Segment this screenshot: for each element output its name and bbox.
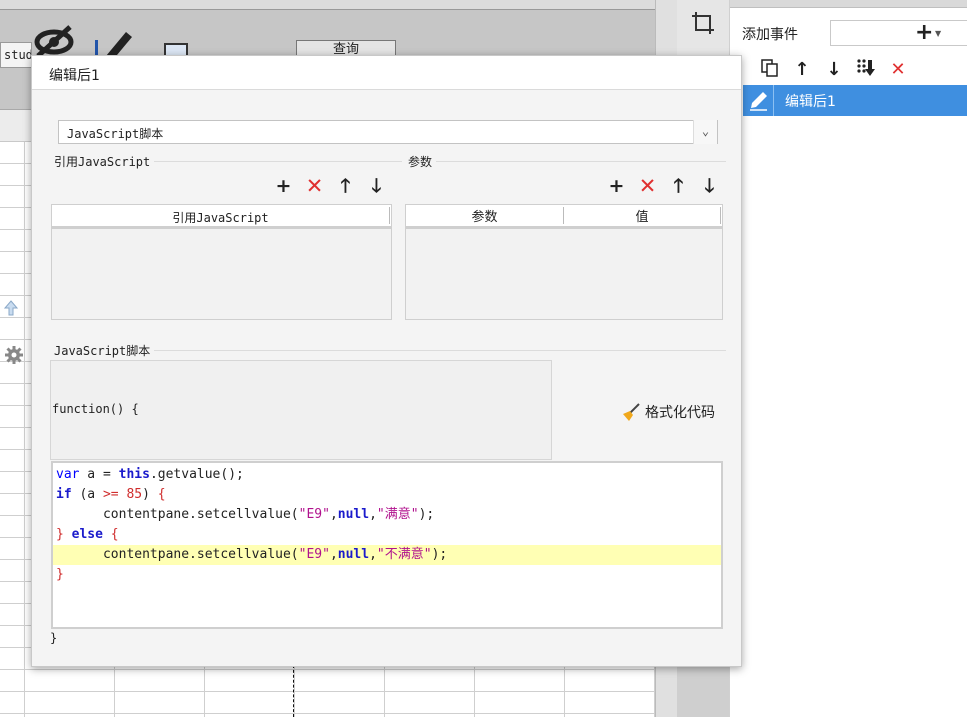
add-event-label: 添加事件: [742, 27, 798, 43]
delete-icon[interactable]: ✕: [882, 60, 914, 80]
refs-toolbar: + ✕ 🡑 🡓: [268, 176, 392, 198]
move-down-icon[interactable]: 🡓: [361, 176, 392, 198]
chevron-down-icon[interactable]: ⌄: [693, 120, 717, 144]
add-event-dropdown[interactable]: + ▼: [830, 20, 967, 46]
refs-list[interactable]: 引用JavaScript: [51, 204, 392, 320]
function-footer: }: [50, 631, 58, 645]
delete-icon[interactable]: ✕: [299, 176, 330, 198]
script-editor-dialog: 编辑后1 JavaScript脚本 ⌄ 引用JavaScript + ✕ 🡑 🡓…: [31, 55, 742, 667]
plus-icon: +: [915, 20, 934, 45]
delete-icon[interactable]: ✕: [632, 176, 663, 198]
events-toolbar: ↑ ↓ ✕: [754, 58, 914, 83]
move-down-icon[interactable]: 🡓: [694, 176, 725, 198]
edit-icon: [743, 85, 774, 116]
sort-icon[interactable]: [850, 58, 882, 83]
chevron-down-icon: ▼: [935, 29, 942, 38]
add-icon[interactable]: +: [268, 176, 299, 198]
params-list[interactable]: 参数 值: [405, 204, 723, 320]
refs-group-title: 引用JavaScript: [54, 153, 155, 170]
parameter-field-stud[interactable]: stud: [0, 42, 32, 68]
event-list-item[interactable]: 编辑后1: [743, 85, 967, 116]
pencil-icon: [95, 32, 132, 58]
refs-list-header: 引用JavaScript: [52, 205, 391, 229]
broom-icon: [623, 403, 640, 421]
gear-icon: [5, 346, 23, 364]
add-icon[interactable]: +: [601, 176, 632, 198]
format-code-button[interactable]: 格式化代码: [621, 401, 715, 423]
script-type-select[interactable]: JavaScript脚本 ⌄: [58, 120, 718, 144]
query-button[interactable]: 查询: [296, 40, 396, 56]
move-up-icon[interactable]: 🡑: [663, 176, 694, 198]
event-item-label: 编辑后1: [785, 94, 836, 110]
code-line: contentpane.setcellvalue("E9",null,"满意")…: [56, 507, 435, 522]
script-group-title: JavaScript脚本: [54, 342, 155, 359]
copy-icon[interactable]: [754, 58, 786, 82]
params-group-title: 参数: [408, 153, 437, 170]
code-line: var a = this.getvalue();: [56, 467, 244, 482]
frame-icon[interactable]: [692, 12, 714, 34]
code-editor[interactable]: var a = this.getvalue(); if (a >= 85) { …: [51, 461, 723, 629]
column-header-value[interactable]: 值: [564, 207, 721, 225]
events-panel: 添加事件 + ▼ ↑ ↓ ✕ 编辑后1: [729, 0, 967, 717]
params-group-border: [408, 161, 726, 162]
params-toolbar: + ✕ 🡑 🡓: [601, 176, 725, 198]
ruler: [0, 0, 680, 10]
code-line: } else {: [56, 527, 119, 542]
script-type-value: JavaScript脚本: [67, 127, 164, 141]
format-code-label: 格式化代码: [645, 405, 715, 421]
code-line: if (a >= 85) {: [56, 487, 166, 502]
move-up-icon[interactable]: ↑: [786, 60, 818, 80]
upload-icon: [4, 300, 18, 316]
column-header-param[interactable]: 参数: [406, 207, 564, 225]
move-down-icon[interactable]: ↓: [818, 60, 850, 80]
dialog-title: 编辑后1: [32, 56, 741, 90]
function-header: function() {: [52, 402, 139, 416]
panel-tabstrip: [730, 0, 967, 8]
page-break-line: [293, 665, 294, 717]
script-group-border: [54, 350, 726, 351]
params-list-header: 参数 值: [406, 205, 722, 229]
column-header-refs[interactable]: 引用JavaScript: [52, 207, 390, 225]
move-up-icon[interactable]: 🡑: [330, 176, 361, 198]
code-line: }: [56, 567, 64, 582]
hidden-eye-icon: [34, 25, 74, 58]
code-line-highlighted: contentpane.setcellvalue("E9",null,"不满意"…: [53, 545, 721, 565]
